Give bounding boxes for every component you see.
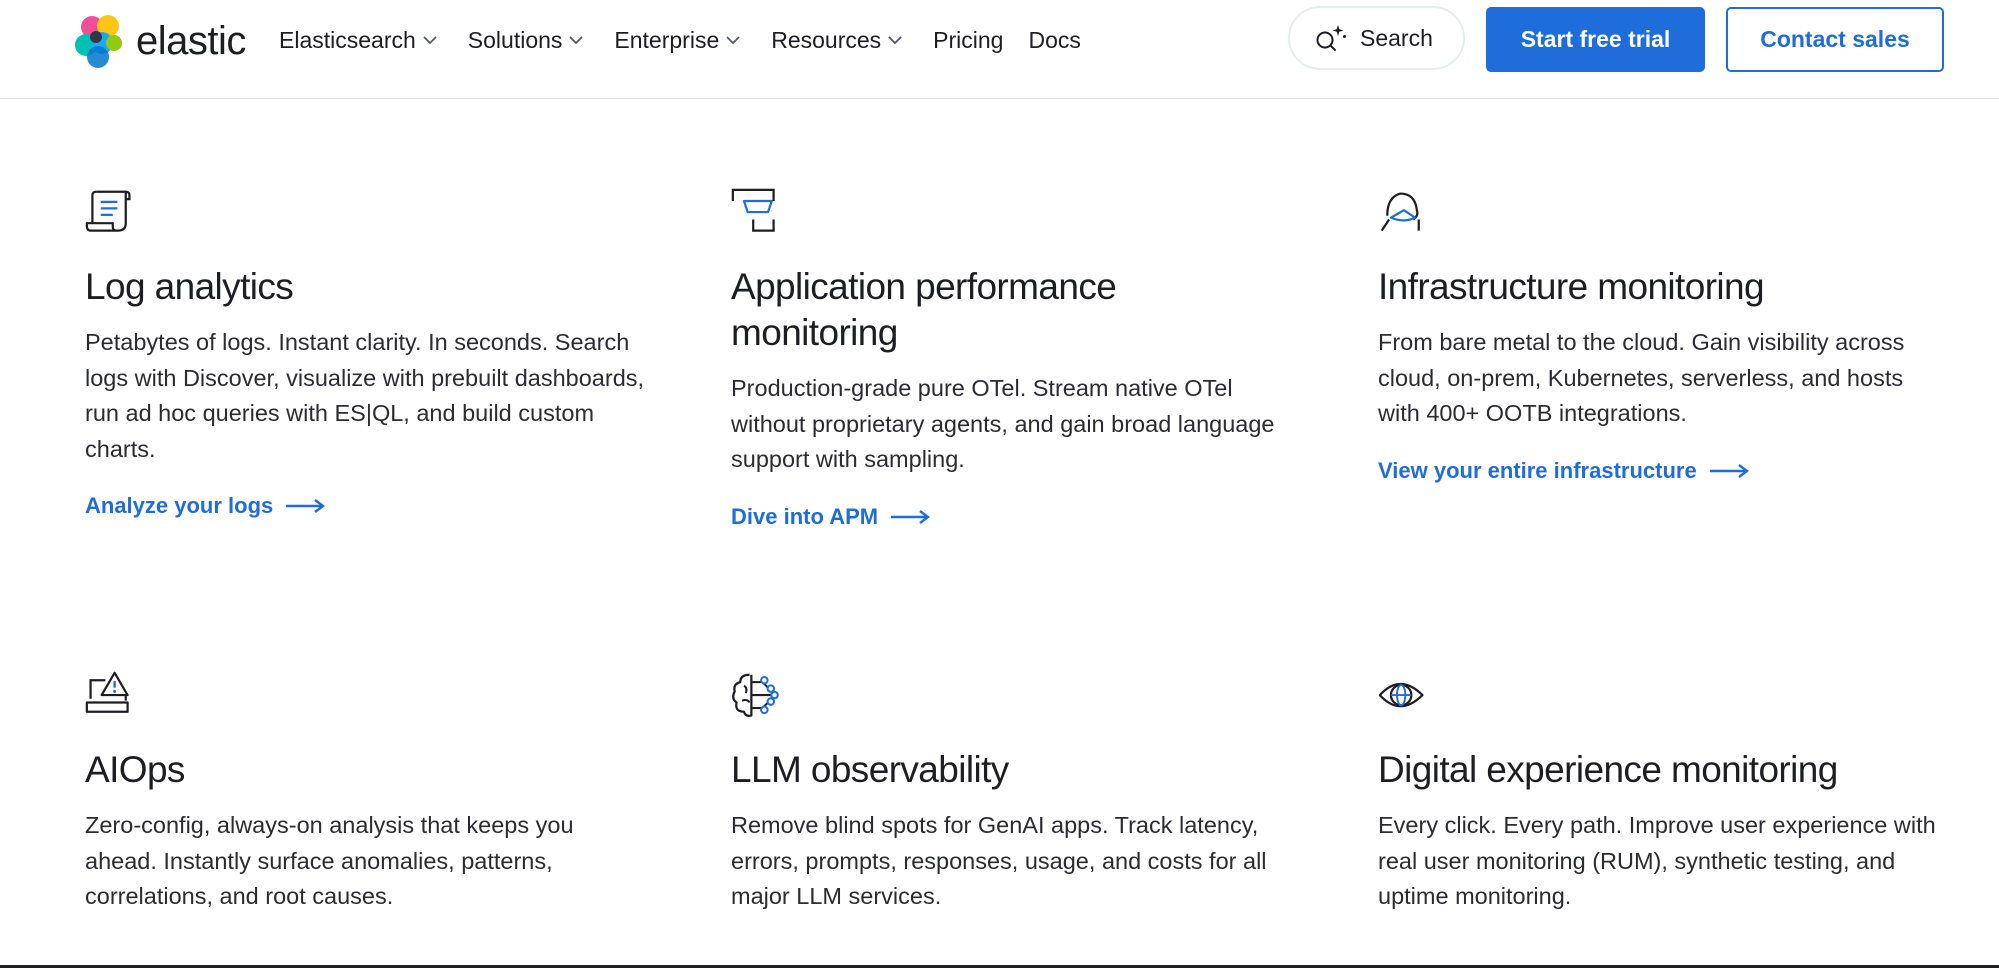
infrastructure-cloud-icon — [1380, 192, 1420, 232]
laptop-warning-icon — [85, 671, 129, 713]
chevron-down-icon — [888, 35, 902, 45]
card-body: Zero-config, always-on analysis that kee… — [85, 812, 574, 909]
card-body: From bare metal to the cloud. Gain visib… — [1378, 329, 1905, 426]
nav-solutions[interactable]: Solutions — [468, 27, 584, 54]
search-button[interactable]: Search — [1288, 6, 1465, 70]
dive-into-apm-link[interactable]: Dive into APM — [731, 503, 931, 530]
ai-search-icon — [1316, 25, 1346, 51]
nav-label: Enterprise — [614, 26, 720, 53]
arrow-right-icon — [891, 509, 931, 524]
card-title: LLM observability — [731, 749, 1009, 790]
link-label: Analyze your logs — [85, 493, 274, 518]
feature-card-aiops: AIOps Zero-config, always-on analysis th… — [85, 671, 665, 915]
search-label: Search — [1360, 24, 1433, 51]
chevron-down-icon — [423, 35, 437, 45]
nav-enterprise[interactable]: Enterprise — [614, 27, 740, 54]
chevron-down-icon — [726, 35, 740, 45]
feature-card-log-analytics: Log analytics Petabytes of logs. Instant… — [85, 188, 665, 519]
scroll-document-icon — [85, 190, 131, 232]
logo-wordmark: elastic — [136, 18, 246, 63]
card-title: Infrastructure monitoring — [1378, 266, 1765, 307]
card-title: AIOps — [85, 749, 185, 790]
elastic-logo-icon — [75, 15, 122, 68]
card-title: Log analytics — [85, 266, 294, 307]
nav-label: Pricing — [933, 26, 1004, 53]
card-title: Digital experience monitoring — [1378, 749, 1838, 790]
nav-label: Solutions — [467, 26, 563, 53]
nav-label: Docs — [1028, 26, 1081, 53]
elastic-logo[interactable]: elastic — [72, 12, 246, 70]
card-body: Petabytes of logs. Instant clarity. In s… — [85, 329, 645, 462]
feature-card-digital-experience: Digital experience monitoring Every clic… — [1378, 671, 1958, 915]
card-body: Production-grade pure OTel. Stream nativ… — [731, 375, 1275, 472]
main-nav: Elasticsearch Solutions Enterprise Resou… — [279, 22, 1106, 58]
nav-label: Resources — [771, 26, 882, 53]
chevron-down-icon — [569, 35, 584, 45]
nav-pricing[interactable]: Pricing — [933, 27, 1003, 54]
nav-docs[interactable]: Docs — [1028, 27, 1080, 54]
application-performance-icon — [731, 188, 775, 232]
link-label: View your entire infrastructure — [1378, 457, 1697, 483]
feature-card-infrastructure: Infrastructure monitoring From bare meta… — [1378, 188, 1958, 484]
analyze-logs-link[interactable]: Analyze your logs — [85, 493, 326, 519]
link-label: Dive into APM — [731, 503, 879, 529]
eye-globe-icon — [1378, 682, 1424, 708]
card-title: Application performance monitoring — [731, 266, 1117, 353]
start-free-trial-button[interactable]: Start free trial — [1486, 7, 1705, 72]
view-infrastructure-link[interactable]: View your entire infrastructure — [1378, 458, 1749, 484]
nav-resources[interactable]: Resources — [771, 27, 902, 54]
feature-card-apm: Application performance monitoring Produ… — [731, 188, 1311, 530]
card-body: Remove blind spots for GenAI apps. Track… — [731, 812, 1267, 909]
contact-sales-button[interactable]: Contact sales — [1726, 7, 1944, 72]
nav-label: Elasticsearch — [279, 26, 416, 53]
card-body: Every click. Every path. Improve user ex… — [1378, 812, 1936, 909]
nav-elasticsearch[interactable]: Elasticsearch — [279, 27, 437, 54]
arrow-right-icon — [1709, 463, 1749, 478]
arrow-right-icon — [286, 499, 326, 513]
site-header: elastic Elasticsearch Solutions Enterpri… — [0, 0, 1999, 99]
brain-network-icon — [732, 673, 779, 718]
feature-card-llm-observability: LLM observability Remove blind spots for… — [731, 671, 1311, 915]
